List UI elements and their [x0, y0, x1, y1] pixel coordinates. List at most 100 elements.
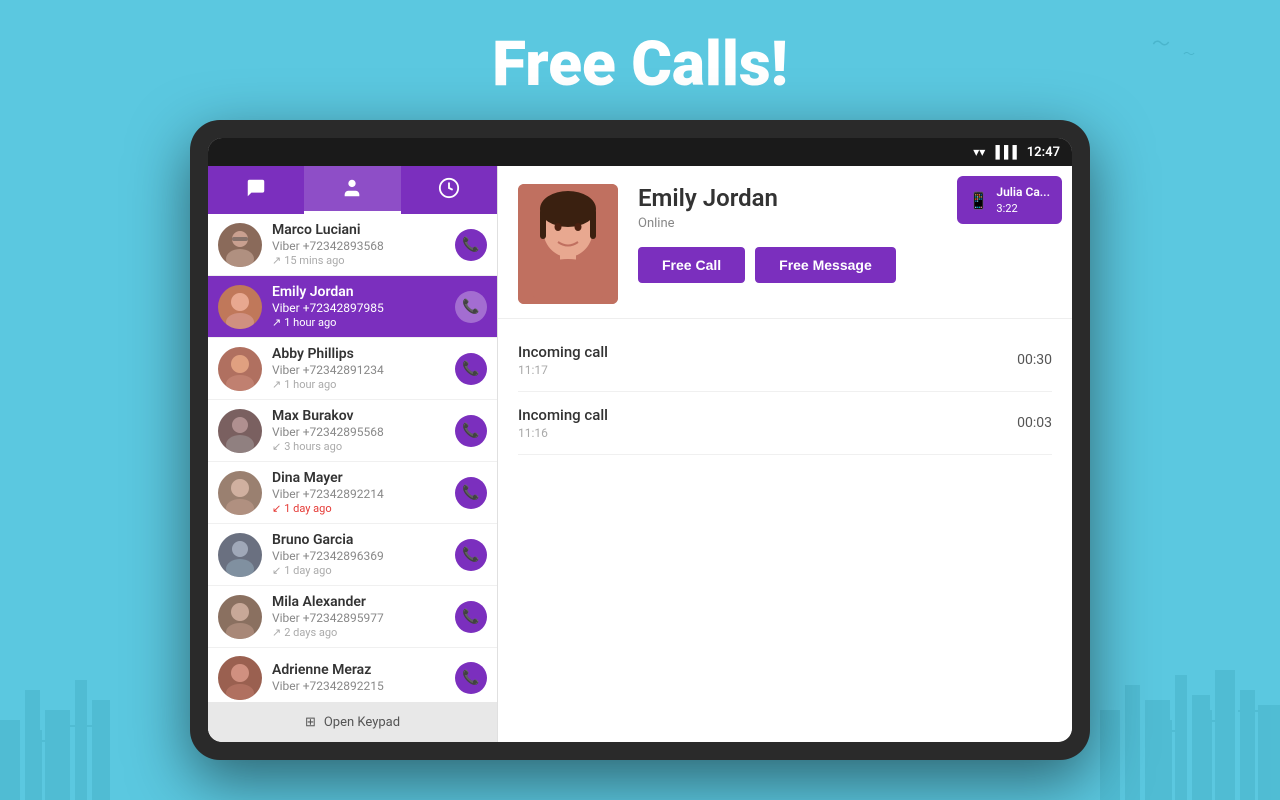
contact-info-abby: Abby Phillips Viber +72342891234 ↗1 hour… [272, 346, 447, 391]
contact-item-max[interactable]: Max Burakov Viber +72342895568 ↙3 hours … [208, 400, 497, 462]
popup-call-time: 3:22 [996, 201, 1050, 216]
free-message-button[interactable]: Free Message [755, 247, 896, 283]
clock-icon [438, 177, 460, 204]
popup-text: Julia Ca... 3:22 [996, 184, 1050, 216]
call-time-1: 11:17 [518, 363, 608, 377]
phone-icon-bruno: 📞 [462, 547, 479, 563]
contact-name-marco: Marco Luciani [272, 222, 447, 238]
tab-recent[interactable] [401, 166, 497, 214]
contact-item-bruno[interactable]: Bruno Garcia Viber +72342896369 ↙1 day a… [208, 524, 497, 586]
call-button-bruno[interactable]: 📞 [455, 539, 487, 571]
free-call-button[interactable]: Free Call [638, 247, 745, 283]
keypad-grid-icon: ⊞ [305, 715, 316, 730]
time-display: 12:47 [1027, 145, 1060, 160]
signal-icon: ▐▐▐ [991, 145, 1017, 159]
call-type-1: Incoming call [518, 343, 608, 361]
avatar-adrienne [218, 656, 262, 700]
contact-info-marco: Marco Luciani Viber +72342893568 ↗15 min… [272, 222, 447, 267]
tablet-screen: ▾▾ ▐▐▐ 12:47 [208, 138, 1072, 742]
contact-time-abby: ↗1 hour ago [272, 378, 447, 391]
call-time-2: 11:16 [518, 426, 608, 440]
contact-item-marco[interactable]: Marco Luciani Viber +72342893568 ↗15 min… [208, 214, 497, 276]
call-entry-2: Incoming call 11:16 00:03 [518, 392, 1052, 455]
avatar-bruno [218, 533, 262, 577]
contact-name-adrienne: Adrienne Meraz [272, 662, 447, 678]
app-area: Marco Luciani Viber +72342893568 ↗15 min… [208, 166, 1072, 742]
phone-icon-mila: 📞 [462, 609, 479, 625]
call-button-mila[interactable]: 📞 [455, 601, 487, 633]
contact-info-emily: Emily Jordan Viber +72342897985 ↗1 hour … [272, 284, 447, 329]
left-panel: Marco Luciani Viber +72342893568 ↗15 min… [208, 166, 498, 742]
contact-name-dina: Dina Mayer [272, 470, 447, 486]
tab-contacts[interactable] [304, 166, 400, 214]
chat-icon [245, 177, 267, 204]
contact-item-dina[interactable]: Dina Mayer Viber +72342892214 ↙1 day ago… [208, 462, 497, 524]
tab-chat[interactable] [208, 166, 304, 214]
call-type-2: Incoming call [518, 406, 608, 424]
avatar-mila [218, 595, 262, 639]
phone-icon-adrienne: 📞 [462, 670, 479, 686]
contact-number-adrienne: Viber +72342892215 [272, 679, 447, 693]
call-log: Incoming call 11:17 00:30 Incoming call … [498, 319, 1072, 742]
contact-info-dina: Dina Mayer Viber +72342892214 ↙1 day ago [272, 470, 447, 515]
keypad-bar[interactable]: ⊞ Open Keypad [208, 702, 497, 742]
contacts-icon [341, 177, 363, 204]
phone-icon-abby: 📞 [462, 361, 479, 377]
call-button-emily[interactable]: 📞 [455, 291, 487, 323]
incoming-call-popup[interactable]: 📱 Julia Ca... 3:22 [957, 176, 1063, 224]
avatar-dina [218, 471, 262, 515]
call-entry-1: Incoming call 11:17 00:30 [518, 329, 1052, 392]
contact-time-bruno: ↙1 day ago [272, 564, 447, 577]
bird-decoration-1: 〜 [1152, 30, 1170, 56]
call-button-adrienne[interactable]: 📞 [455, 662, 487, 694]
contact-number-bruno: Viber +72342896369 [272, 549, 447, 563]
call-entry-1-left: Incoming call 11:17 [518, 343, 608, 377]
contact-time-marco: ↗15 mins ago [272, 254, 447, 267]
keypad-label: Open Keypad [324, 715, 400, 730]
contact-info-mila: Mila Alexander Viber +72342895977 ↗2 day… [272, 594, 447, 639]
phone-icon-max: 📞 [462, 423, 479, 439]
contact-name-bruno: Bruno Garcia [272, 532, 447, 548]
call-duration-1: 00:30 [1017, 352, 1052, 368]
call-duration-2: 00:03 [1017, 415, 1052, 431]
avatar-max [218, 409, 262, 453]
contact-info-bruno: Bruno Garcia Viber +72342896369 ↙1 day a… [272, 532, 447, 577]
tab-bar [208, 166, 497, 214]
call-entry-2-left: Incoming call 11:16 [518, 406, 608, 440]
contact-number-marco: Viber +72342893568 [272, 239, 447, 253]
contact-name-max: Max Burakov [272, 408, 447, 424]
contact-number-abby: Viber +72342891234 [272, 363, 447, 377]
avatar-emily [218, 285, 262, 329]
page-title: Free Calls! [492, 28, 788, 101]
phone-icon-marco: 📞 [462, 237, 479, 253]
avatar-marco [218, 223, 262, 267]
contact-number-emily: Viber +72342897985 [272, 301, 447, 315]
call-button-marco[interactable]: 📞 [455, 229, 487, 261]
contact-number-max: Viber +72342895568 [272, 425, 447, 439]
tablet-device: ▾▾ ▐▐▐ 12:47 [190, 120, 1090, 760]
avatar-abby [218, 347, 262, 391]
contact-number-mila: Viber +72342895977 [272, 611, 447, 625]
action-buttons: Free Call Free Message [638, 247, 1052, 283]
contact-time-mila: ↗2 days ago [272, 626, 447, 639]
contact-name-abby: Abby Phillips [272, 346, 447, 362]
call-button-dina[interactable]: 📞 [455, 477, 487, 509]
contact-item-abby[interactable]: Abby Phillips Viber +72342891234 ↗1 hour… [208, 338, 497, 400]
contact-time-emily: ↗1 hour ago [272, 316, 447, 329]
contact-name-emily: Emily Jordan [272, 284, 447, 300]
wifi-icon: ▾▾ [973, 145, 985, 159]
contact-item-emily[interactable]: Emily Jordan Viber +72342897985 ↗1 hour … [208, 276, 497, 338]
contact-time-max: ↙3 hours ago [272, 440, 447, 453]
right-panel: 📱 Julia Ca... 3:22 [498, 166, 1072, 742]
popup-caller-name: Julia Ca... [996, 184, 1050, 201]
contact-item-mila[interactable]: Mila Alexander Viber +72342895977 ↗2 day… [208, 586, 497, 648]
contact-name-mila: Mila Alexander [272, 594, 447, 610]
bird-decoration-2: 〜 [1183, 45, 1195, 62]
contact-time-dina: ↙1 day ago [272, 502, 447, 515]
contact-info-adrienne: Adrienne Meraz Viber +72342892215 [272, 662, 447, 694]
call-button-max[interactable]: 📞 [455, 415, 487, 447]
contact-item-adrienne[interactable]: Adrienne Meraz Viber +72342892215 📞 [208, 648, 497, 702]
call-button-abby[interactable]: 📞 [455, 353, 487, 385]
selected-contact-photo [518, 184, 618, 304]
popup-phone-icon: 📱 [969, 191, 989, 210]
